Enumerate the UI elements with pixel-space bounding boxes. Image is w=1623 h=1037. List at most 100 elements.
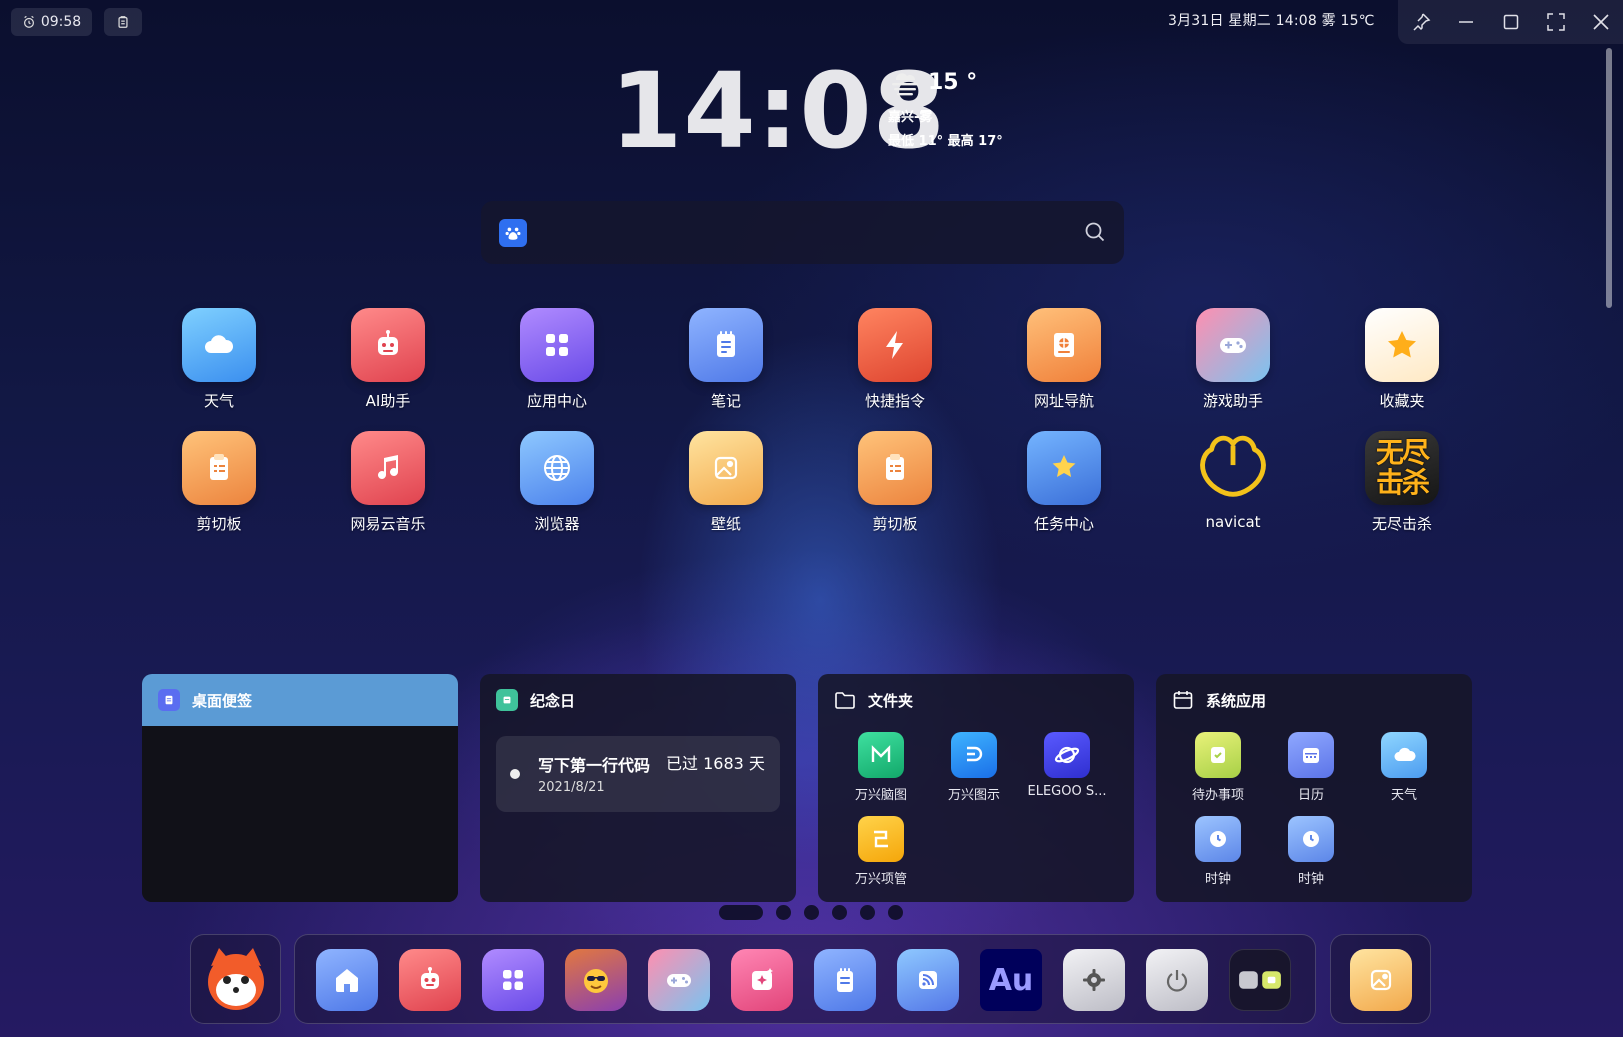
app-task-center[interactable]: 任务中心 xyxy=(1004,431,1124,541)
picture-icon[interactable] xyxy=(1350,949,1412,1011)
home-icon[interactable] xyxy=(316,949,378,1011)
app-app-center[interactable]: 应用中心 xyxy=(497,308,617,418)
app-clipboard[interactable]: 剪切板 xyxy=(159,431,279,541)
folder-item-label: 万兴脑图 xyxy=(854,788,907,803)
app-endless-kill[interactable]: 无尽击杀 无尽击杀 xyxy=(1342,431,1462,541)
close-button[interactable] xyxy=(1578,0,1623,44)
gamepad-icon[interactable] xyxy=(648,949,710,1011)
search-input[interactable] xyxy=(541,215,1041,251)
app-label: 收藏夹 xyxy=(1379,392,1425,410)
clock-icon xyxy=(1195,816,1241,862)
game-logo-text: 无尽击杀 xyxy=(1375,436,1430,499)
desktop-note-widget[interactable]: 桌面便签 xyxy=(142,674,458,902)
note-icon xyxy=(689,308,763,382)
system-apps-widget[interactable]: 系统应用 待办事项 日历 天气 时钟 时钟 xyxy=(1156,674,1472,902)
fullscreen-button[interactable] xyxy=(1533,0,1578,44)
weather-temperature: 15 ° xyxy=(928,70,978,95)
clipboard-small-icon xyxy=(118,16,128,28)
dock-avatar-box xyxy=(190,934,281,1024)
page-dot-5[interactable] xyxy=(860,905,875,920)
page-dot-6[interactable] xyxy=(888,905,903,920)
app-game-assistant[interactable]: 游戏助手 xyxy=(1173,308,1293,418)
music-icon xyxy=(351,431,425,505)
system-item-clock[interactable]: 时钟 xyxy=(1178,816,1258,887)
gear-icon[interactable] xyxy=(1063,949,1125,1011)
system-item-todo[interactable]: 待办事项 xyxy=(1178,732,1258,803)
app-web-nav[interactable]: 网址导航 xyxy=(1004,308,1124,418)
alarm-chip[interactable]: 09:58 xyxy=(11,8,92,36)
search-icon[interactable] xyxy=(1084,221,1106,243)
app-clipboard-2[interactable]: 剪切板 xyxy=(835,431,955,541)
page-dot-1[interactable] xyxy=(719,905,763,920)
pin-button[interactable] xyxy=(1398,0,1443,44)
app-navicat[interactable]: navicat xyxy=(1173,431,1293,541)
app-label: 任务中心 xyxy=(1033,515,1094,533)
widget-header: 文件夹 xyxy=(818,674,1134,726)
power-icon[interactable] xyxy=(1146,949,1208,1011)
calendar-icon xyxy=(1288,732,1334,778)
calendar-outline-icon xyxy=(1173,691,1193,709)
anniversary-item[interactable]: 写下第一行代码 2021/8/21 已过 1683 天 xyxy=(496,736,780,812)
clipboard-chip[interactable] xyxy=(104,8,142,36)
fullscreen-icon xyxy=(1546,13,1565,31)
dock-main: Au xyxy=(294,934,1316,1024)
folder-item-elegoo[interactable]: ELEGOO S... xyxy=(1027,732,1107,799)
note-widget-icon xyxy=(158,689,180,711)
robot-icon[interactable] xyxy=(399,949,461,1011)
system-item-clock-2[interactable]: 时钟 xyxy=(1271,816,1351,887)
app-wallpaper[interactable]: 壁纸 xyxy=(666,431,786,541)
note-icon[interactable] xyxy=(814,949,876,1011)
widget-title: 系统应用 xyxy=(1206,691,1267,710)
app-label: 网易云音乐 xyxy=(350,515,426,533)
system-item-calendar[interactable]: 日历 xyxy=(1271,732,1351,803)
system-item-label: 时钟 xyxy=(1297,872,1324,887)
anniversary-widget[interactable]: 纪念日 写下第一行代码 2021/8/21 已过 1683 天 xyxy=(480,674,796,902)
alarm-time: 09:58 xyxy=(40,14,82,30)
grid-icon[interactable] xyxy=(482,949,544,1011)
folder-icon xyxy=(835,692,855,709)
folder-item-project[interactable]: 万兴项管 xyxy=(841,816,921,887)
app-browser[interactable]: 浏览器 xyxy=(497,431,617,541)
minimize-button[interactable] xyxy=(1443,0,1488,44)
app-label: 游戏助手 xyxy=(1202,392,1263,410)
anniversary-date: 2021/8/21 xyxy=(538,780,605,795)
app-netease-music[interactable]: 网易云音乐 xyxy=(328,431,448,541)
mindmap-icon xyxy=(858,732,904,778)
widget-toggle-icon[interactable] xyxy=(1229,949,1291,1011)
audition-icon[interactable]: Au xyxy=(980,949,1042,1011)
dock-right-box xyxy=(1330,934,1431,1024)
rss-icon[interactable] xyxy=(897,949,959,1011)
robot-icon xyxy=(351,308,425,382)
anniversary-days: 已过 1683 天 xyxy=(666,754,765,773)
anniversary-event: 写下第一行代码 xyxy=(538,756,651,775)
folder-widget[interactable]: 文件夹 万兴脑图 万兴图示 ELEGOO S... 万兴项管 xyxy=(818,674,1134,902)
folder-item-diagram[interactable]: 万兴图示 xyxy=(934,732,1014,803)
widget-title: 桌面便签 xyxy=(192,691,253,710)
pin-icon xyxy=(1412,13,1430,31)
app-shortcuts[interactable]: 快捷指令 xyxy=(835,308,955,418)
app-notes[interactable]: 笔记 xyxy=(666,308,786,418)
ai-sparkle-icon[interactable] xyxy=(731,949,793,1011)
page-dot-2[interactable] xyxy=(776,905,791,920)
app-label: 快捷指令 xyxy=(864,392,925,410)
fox-avatar-icon[interactable] xyxy=(201,944,271,1014)
app-ai-assistant[interactable]: AI助手 xyxy=(328,308,448,418)
system-item-weather[interactable]: 天气 xyxy=(1364,732,1444,803)
star-icon xyxy=(1365,308,1439,382)
baidu-icon[interactable] xyxy=(499,219,527,247)
app-weather[interactable]: 天气 xyxy=(159,308,279,418)
folder-item-mindmap[interactable]: 万兴脑图 xyxy=(841,732,921,803)
clipboard-icon xyxy=(182,431,256,505)
scrollbar[interactable] xyxy=(1606,48,1612,308)
audition-text: Au xyxy=(988,962,1034,998)
system-item-label: 待办事项 xyxy=(1191,788,1244,803)
widget-title: 纪念日 xyxy=(530,691,576,710)
search-bar[interactable] xyxy=(481,201,1124,264)
emoji-sunglasses-icon[interactable] xyxy=(565,949,627,1011)
note-content[interactable] xyxy=(142,726,458,902)
page-indicator xyxy=(719,905,903,920)
page-dot-4[interactable] xyxy=(832,905,847,920)
page-dot-3[interactable] xyxy=(804,905,819,920)
app-favorites[interactable]: 收藏夹 xyxy=(1342,308,1462,418)
maximize-button[interactable] xyxy=(1488,0,1533,44)
